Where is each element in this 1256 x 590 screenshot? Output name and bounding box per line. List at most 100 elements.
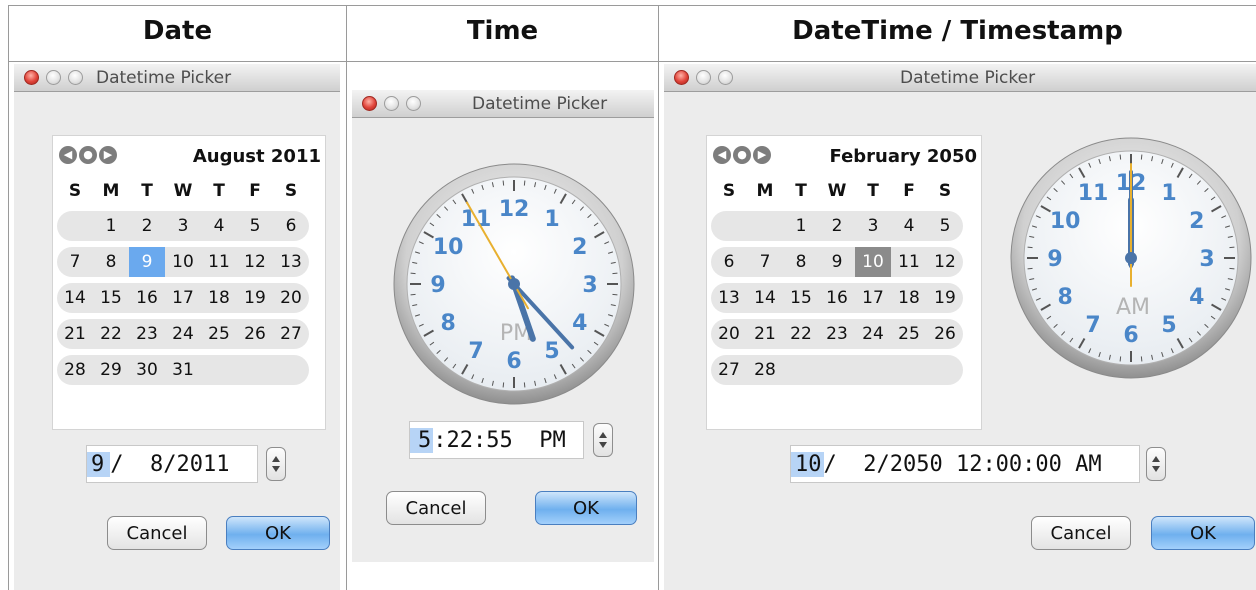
next-month-icon[interactable]: ▶ (753, 146, 771, 164)
calendar-day[interactable]: 13 (273, 247, 309, 277)
calendar-day[interactable]: 13 (711, 283, 747, 313)
calendar-day[interactable]: 15 (783, 283, 819, 313)
minimize-button[interactable] (46, 70, 61, 85)
stepper-up-icon[interactable] (599, 432, 607, 438)
calendar-day[interactable]: 12 (927, 247, 963, 277)
next-month-icon[interactable]: ▶ (99, 146, 117, 164)
minimize-button[interactable] (696, 70, 711, 85)
close-button[interactable] (24, 70, 39, 85)
calendar-day[interactable]: 5 (237, 211, 273, 241)
calendar-day[interactable]: 6 (711, 247, 747, 277)
calendar-day[interactable]: 23 (129, 319, 165, 349)
date-input-month-segment[interactable]: 9 (87, 451, 111, 477)
cancel-button[interactable]: Cancel (107, 516, 207, 550)
calendar-day[interactable]: 21 (57, 319, 93, 349)
calendar-day[interactable]: 27 (273, 319, 309, 349)
datetime-stepper[interactable] (1146, 447, 1166, 481)
calendar-day[interactable]: 25 (891, 319, 927, 349)
calendar-day[interactable]: 24 (855, 319, 891, 349)
close-button[interactable] (674, 70, 689, 85)
time-stepper[interactable] (593, 423, 613, 457)
clock-tick (523, 180, 526, 186)
calendar-day[interactable]: 2 (819, 211, 855, 241)
calendar-day[interactable]: 4 (891, 211, 927, 241)
zoom-button[interactable] (718, 70, 733, 85)
ok-button[interactable]: OK (1151, 516, 1255, 550)
time-input[interactable]: 5:22:55 PM (409, 421, 584, 459)
calendar-day[interactable]: 14 (747, 283, 783, 313)
calendar-day[interactable]: 21 (747, 319, 783, 349)
calendar-day[interactable]: 9 (819, 247, 855, 277)
calendar-day[interactable]: 10 (165, 247, 201, 277)
zoom-button[interactable] (406, 96, 421, 111)
calendar-day[interactable]: 7 (57, 247, 93, 277)
calendar-week-row: 7 8 9 10 11 12 13 (57, 247, 309, 277)
calendar-day[interactable]: 18 (201, 283, 237, 313)
calendar-day[interactable]: 28 (57, 355, 93, 385)
calendar-day[interactable]: 10 (855, 247, 891, 277)
calendar-day[interactable]: 19 (237, 283, 273, 313)
calendar-day[interactable]: 29 (93, 355, 129, 385)
calendar-day[interactable]: 22 (783, 319, 819, 349)
calendar-day[interactable]: 7 (747, 247, 783, 277)
calendar-day[interactable]: 26 (927, 319, 963, 349)
prev-month-icon[interactable]: ◀ (713, 146, 731, 164)
calendar-day[interactable]: 12 (237, 247, 273, 277)
cancel-button[interactable]: Cancel (1031, 516, 1131, 550)
calendar-day[interactable]: 1 (783, 211, 819, 241)
close-button[interactable] (362, 96, 377, 111)
calendar-day[interactable]: 17 (855, 283, 891, 313)
datetime-input[interactable]: 10/ 2/2050 12:00:00 AM (790, 445, 1140, 483)
calendar-day[interactable]: 15 (93, 283, 129, 313)
stepper-up-icon[interactable] (1152, 456, 1160, 462)
calendar-day[interactable]: 19 (927, 283, 963, 313)
day-of-week-header: SMTWTFS (57, 176, 309, 206)
calendar-day[interactable]: 2 (129, 211, 165, 241)
ok-button[interactable]: OK (535, 491, 637, 525)
calendar-day[interactable]: 3 (165, 211, 201, 241)
calendar-day[interactable]: 24 (165, 319, 201, 349)
calendar-day[interactable]: 8 (783, 247, 819, 277)
stepper-up-icon[interactable] (272, 456, 280, 462)
calendar-day[interactable]: 3 (855, 211, 891, 241)
calendar-day[interactable]: 20 (711, 319, 747, 349)
stepper-down-icon[interactable] (1152, 466, 1160, 472)
calendar-day[interactable]: 26 (237, 319, 273, 349)
calendar-day[interactable]: 23 (819, 319, 855, 349)
calendar-day[interactable]: 28 (747, 355, 783, 385)
calendar-day[interactable]: 6 (273, 211, 309, 241)
minimize-button[interactable] (384, 96, 399, 111)
datetime-input-month-segment[interactable]: 10 (791, 451, 824, 477)
cancel-button[interactable]: Cancel (386, 491, 486, 525)
calendar-day[interactable]: 11 (891, 247, 927, 277)
prev-month-icon[interactable]: ◀ (59, 146, 77, 164)
calendar-day[interactable]: 8 (93, 247, 129, 277)
calendar-month-label: August 2011 (192, 146, 321, 167)
calendar-day[interactable]: 5 (927, 211, 963, 241)
calendar-day[interactable]: 17 (165, 283, 201, 313)
calendar-day[interactable]: 4 (201, 211, 237, 241)
ok-button[interactable]: OK (226, 516, 330, 550)
day-of-week-label: T (867, 181, 879, 201)
calendar-day[interactable]: 1 (93, 211, 129, 241)
stepper-down-icon[interactable] (599, 442, 607, 448)
zoom-button[interactable] (68, 70, 83, 85)
calendar-day[interactable]: 30 (129, 355, 165, 385)
today-icon[interactable]: ● (79, 146, 97, 164)
stepper-down-icon[interactable] (272, 466, 280, 472)
time-input-hour-segment[interactable]: 5 (410, 427, 434, 453)
calendar-day[interactable]: 16 (129, 283, 165, 313)
calendar-day[interactable]: 22 (93, 319, 129, 349)
date-stepper[interactable] (266, 447, 286, 481)
calendar-day[interactable]: 25 (201, 319, 237, 349)
calendar-day[interactable]: 14 (57, 283, 93, 313)
calendar-day[interactable]: 20 (273, 283, 309, 313)
calendar-day[interactable]: 27 (711, 355, 747, 385)
calendar-day[interactable]: 9 (129, 247, 165, 277)
calendar-day[interactable]: 16 (819, 283, 855, 313)
calendar-day[interactable]: 11 (201, 247, 237, 277)
date-input[interactable]: 9/ 8/2011 (86, 445, 258, 483)
calendar-day[interactable]: 31 (165, 355, 201, 385)
calendar-day[interactable]: 18 (891, 283, 927, 313)
today-icon[interactable]: ● (733, 146, 751, 164)
